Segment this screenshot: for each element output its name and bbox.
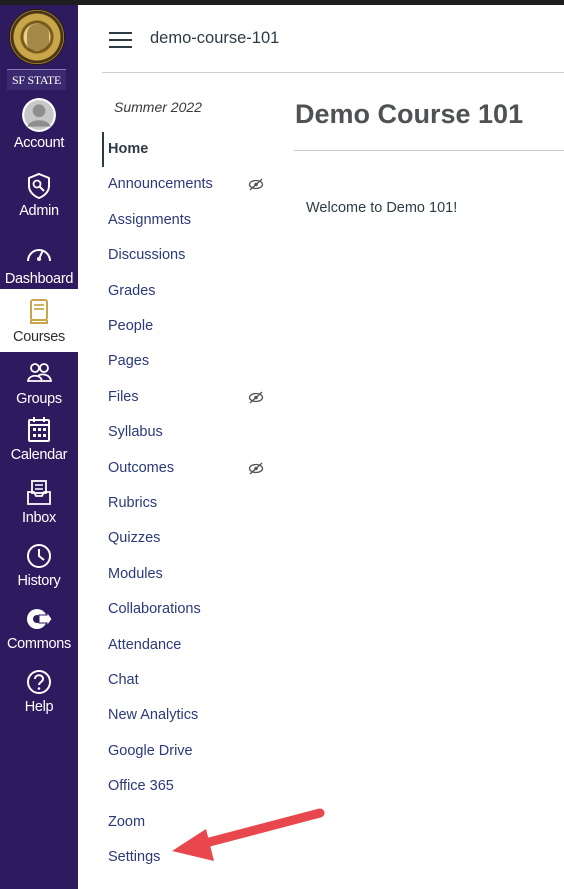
course-nav-chat[interactable]: Chat bbox=[102, 663, 277, 698]
global-nav-inbox[interactable]: Inbox bbox=[0, 478, 78, 536]
annotation-arrow-icon bbox=[172, 808, 325, 861]
course-nav-label: Zoom bbox=[108, 813, 146, 830]
global-nav-calendar[interactable]: Calendar bbox=[0, 415, 78, 473]
global-nav-admin[interactable]: Admin bbox=[0, 171, 78, 229]
global-nav-label: Dashboard bbox=[4, 271, 74, 287]
hidden-eye-icon bbox=[248, 462, 264, 475]
welcome-message: Welcome to Demo 101! bbox=[306, 200, 458, 216]
course-nav-label: Files bbox=[108, 388, 139, 405]
book-icon bbox=[30, 299, 48, 324]
course-nav-label: Outcomes bbox=[108, 459, 175, 476]
global-nav-label: Groups bbox=[16, 391, 62, 407]
hidden-eye-icon bbox=[248, 178, 264, 191]
university-seal-icon bbox=[9, 9, 65, 65]
course-nav-label: Settings bbox=[108, 849, 161, 865]
global-nav-label: Calendar bbox=[10, 447, 68, 463]
calendar-icon bbox=[28, 417, 50, 442]
global-nav-label: Help bbox=[24, 699, 54, 715]
course-nav-label: Grades bbox=[108, 282, 156, 299]
gauge-icon bbox=[27, 249, 51, 262]
course-nav-pages[interactable]: Pages bbox=[102, 344, 277, 379]
global-nav-label: Courses bbox=[13, 329, 65, 345]
global-nav-label: History bbox=[17, 573, 61, 589]
course-nav-label: Syllabus bbox=[108, 424, 163, 441]
course-nav-office-365[interactable]: Office 365 bbox=[102, 769, 277, 804]
course-nav-home[interactable]: Home bbox=[102, 132, 277, 167]
course-nav-new-analytics[interactable]: New Analytics bbox=[102, 698, 277, 733]
course-nav-people[interactable]: People bbox=[102, 309, 277, 344]
course-nav-syllabus[interactable]: Syllabus bbox=[102, 415, 277, 450]
clock-icon bbox=[27, 544, 51, 568]
course-nav-google-drive[interactable]: Google Drive bbox=[102, 734, 277, 769]
course-nav-label: Office 365 bbox=[108, 778, 174, 795]
course-nav-label: Assignments bbox=[108, 211, 192, 228]
logo-text: SF STATE bbox=[7, 69, 66, 90]
global-nav-label: Commons bbox=[7, 636, 71, 652]
global-nav-label: Inbox bbox=[22, 510, 56, 526]
sf-state-logo[interactable]: SF STATE bbox=[0, 5, 78, 93]
course-nav-outcomes[interactable]: Outcomes bbox=[102, 451, 277, 486]
global-nav-history[interactable]: History bbox=[0, 541, 78, 599]
shield-icon bbox=[28, 172, 50, 200]
course-nav-discussions[interactable]: Discussions bbox=[102, 238, 277, 273]
course-nav-quizzes[interactable]: Quizzes bbox=[102, 521, 277, 556]
breadcrumb[interactable]: demo-course-101 bbox=[150, 29, 279, 48]
course-nav-label: Home bbox=[108, 141, 149, 157]
course-nav-modules[interactable]: Modules bbox=[102, 557, 277, 592]
hamburger-menu-icon[interactable] bbox=[109, 32, 132, 49]
global-nav-help[interactable]: Help bbox=[0, 667, 78, 725]
course-nav-label: Pages bbox=[108, 353, 150, 370]
header-divider bbox=[102, 72, 564, 73]
global-nav-courses[interactable]: Courses bbox=[0, 289, 78, 352]
course-nav-label: Modules bbox=[108, 565, 163, 582]
course-nav-grades[interactable]: Grades bbox=[102, 274, 277, 309]
course-nav-label: Chat bbox=[108, 672, 139, 688]
course-nav-label: Collaborations bbox=[108, 601, 201, 618]
global-nav-account[interactable]: Account bbox=[0, 97, 78, 159]
course-nav-label: Rubrics bbox=[108, 495, 158, 511]
account-avatar-icon bbox=[22, 98, 56, 132]
inbox-icon bbox=[27, 480, 51, 505]
question-icon bbox=[27, 670, 51, 694]
commons-icon bbox=[27, 609, 53, 629]
course-nav-rubrics[interactable]: Rubrics bbox=[102, 486, 277, 521]
global-navigation: SF STATE Account Admin Dashboard Courses… bbox=[0, 5, 78, 889]
course-nav-attendance[interactable]: Attendance bbox=[102, 628, 277, 663]
course-nav-announcements[interactable]: Announcements bbox=[102, 167, 277, 202]
course-nav-label: Google Drive bbox=[108, 742, 193, 759]
global-nav-label: Account bbox=[13, 135, 65, 151]
global-nav-label: Admin bbox=[19, 203, 59, 219]
course-nav-label: People bbox=[108, 318, 154, 334]
course-nav-label: Quizzes bbox=[108, 530, 161, 547]
people-icon bbox=[26, 363, 53, 382]
course-nav-label: New Analytics bbox=[108, 707, 199, 724]
course-nav-label: Announcements bbox=[108, 176, 213, 193]
hidden-eye-icon bbox=[248, 391, 264, 404]
title-divider bbox=[294, 150, 564, 151]
course-nav-label: Discussions bbox=[108, 247, 186, 264]
page-title: Demo Course 101 bbox=[295, 99, 524, 129]
global-nav-groups[interactable]: Groups bbox=[0, 359, 78, 417]
course-nav-collaborations[interactable]: Collaborations bbox=[102, 592, 277, 627]
course-nav-assignments[interactable]: Assignments bbox=[102, 203, 277, 238]
course-nav-files[interactable]: Files bbox=[102, 380, 277, 415]
global-nav-commons[interactable]: Commons bbox=[0, 604, 78, 662]
course-nav-label: Attendance bbox=[108, 636, 182, 653]
course-term: Summer 2022 bbox=[114, 99, 202, 115]
course-header: demo-course-101 bbox=[78, 5, 564, 73]
